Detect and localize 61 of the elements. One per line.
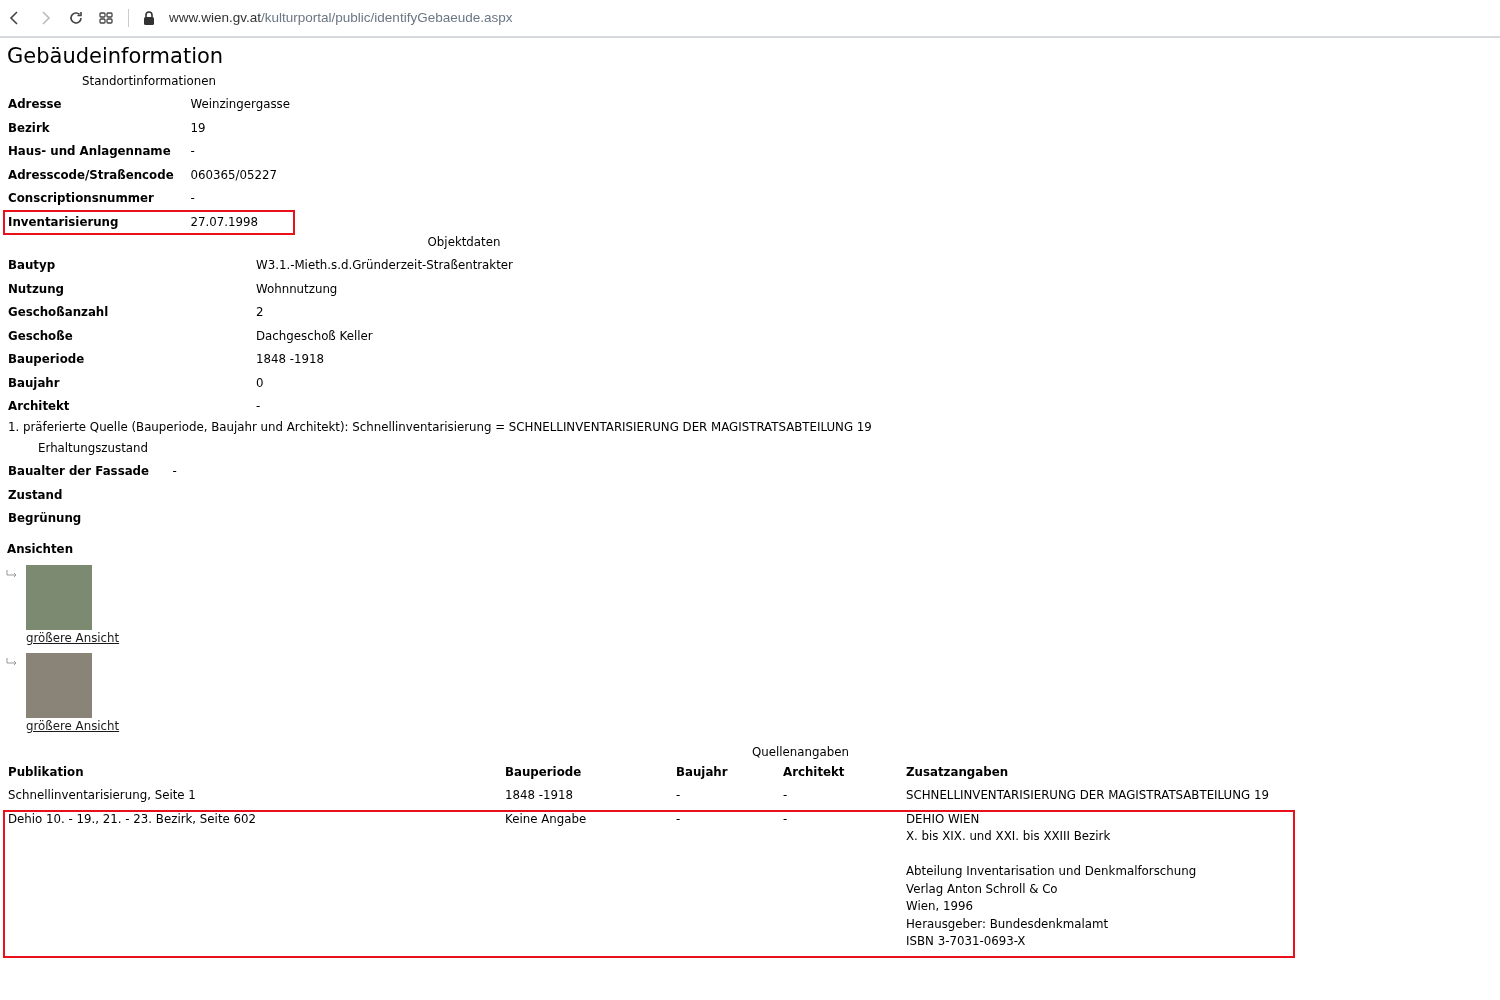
field-label: Bezirk xyxy=(8,120,50,135)
section-heading: Ansichten xyxy=(7,540,75,558)
section-caption: Erhaltungszustand xyxy=(38,441,148,456)
field-value: 1848 -1918 xyxy=(256,352,325,367)
footnote-text: 1. präferierte Quelle (Bauperiode, Baujahr und Architekt): Schnellinventarisierung = SCHNELLINVENTARISIERUNG DER MAGISTRATSABTEILUNG 19 xyxy=(8,418,873,436)
field-value: - xyxy=(172,464,177,479)
field-label: Adresscode/Straßencode xyxy=(8,167,174,182)
reload-icon[interactable] xyxy=(68,10,84,26)
grid-icon[interactable] xyxy=(98,10,114,26)
column-header: Zusatzangaben xyxy=(906,764,1009,779)
field-label: Conscriptionsnummer xyxy=(8,191,154,206)
section-caption: Objektdaten xyxy=(427,235,501,250)
view-link[interactable]: größere Ansicht xyxy=(26,719,120,734)
column-header: Bauperiode xyxy=(505,764,582,779)
table-cell: - xyxy=(676,811,681,826)
lock-icon xyxy=(143,11,155,25)
field-label: Haus- und Anlagenname xyxy=(8,144,171,159)
arrow-icon xyxy=(6,568,18,579)
info-text: SCHNELLINVENTARISIERUNG DER MAGISTRATSABTEILUNG 19 xyxy=(906,787,1270,805)
field-value: - xyxy=(190,144,195,159)
table-cell: 1848 -1918 xyxy=(505,788,574,803)
table-cell: - xyxy=(783,811,788,826)
field-label: Geschoße xyxy=(8,328,73,343)
table-cell: Schnellinventarisierung, Seite 1 xyxy=(8,788,196,803)
page-title: Gebäudeinformation xyxy=(7,44,225,70)
field-label: Zustand xyxy=(8,487,63,502)
url-text[interactable]: www.wien.gv.at/kulturportal/public/identifyGebaeude.aspx xyxy=(169,7,513,29)
column-header: Publikation xyxy=(8,764,84,779)
field-value: 060365/05227 xyxy=(190,167,277,182)
column-header: Architekt xyxy=(783,764,845,779)
field-label: Begrünung xyxy=(8,511,82,526)
field-value: 0 xyxy=(256,375,264,390)
field-label: Adresse xyxy=(8,97,62,112)
field-value: W3.1.-Mieth.s.d.Gründerzeit-Straßentrakter xyxy=(256,258,513,273)
field-value: Weinzingergasse xyxy=(190,97,290,112)
section-caption: Standortinformationen xyxy=(82,74,216,89)
field-value: - xyxy=(190,191,195,206)
field-label: Inventarisierung xyxy=(8,214,119,229)
field-label: Bautyp xyxy=(8,258,56,273)
table-cell: Keine Angabe xyxy=(505,811,587,826)
view-link[interactable]: größere Ansicht xyxy=(26,630,120,645)
arrow-icon xyxy=(6,657,18,668)
field-value: 2 xyxy=(256,305,264,320)
field-value: - xyxy=(256,399,261,414)
field-label: Architekt xyxy=(8,399,70,414)
field-value: Dachgeschoß Keller xyxy=(256,328,373,343)
field-value: Wohnnutzung xyxy=(256,281,338,296)
field-label: Nutzung xyxy=(8,281,65,296)
field-value: 27.07.1998 xyxy=(190,214,258,229)
table-cell: - xyxy=(783,788,788,803)
info-text: Abteilung Inventarisation und Denkmalforschung Verlag Anton Schroll & Co Wien, 1996 Herausgeber: Bundesdenkmalamt ISBN 3-7031-0693-X xyxy=(906,863,1198,951)
field-label: Baujahr xyxy=(8,375,60,390)
table-cell: - xyxy=(676,788,681,803)
field-value: 19 xyxy=(190,120,206,135)
field-label: Geschoßanzahl xyxy=(8,305,109,320)
table-cell: Dehio 10. - 19., 21. - 23. Bezirk, Seite 602 xyxy=(8,811,257,826)
info-text: DEHIO WIEN X. bis XIX. und XXI. bis XXIII Bezirk xyxy=(906,810,1112,846)
section-caption: Quellenangaben xyxy=(752,744,849,759)
field-label: Baualter der Fassade xyxy=(8,464,150,479)
field-label: Bauperiode xyxy=(8,352,85,367)
column-header: Baujahr xyxy=(676,764,728,779)
